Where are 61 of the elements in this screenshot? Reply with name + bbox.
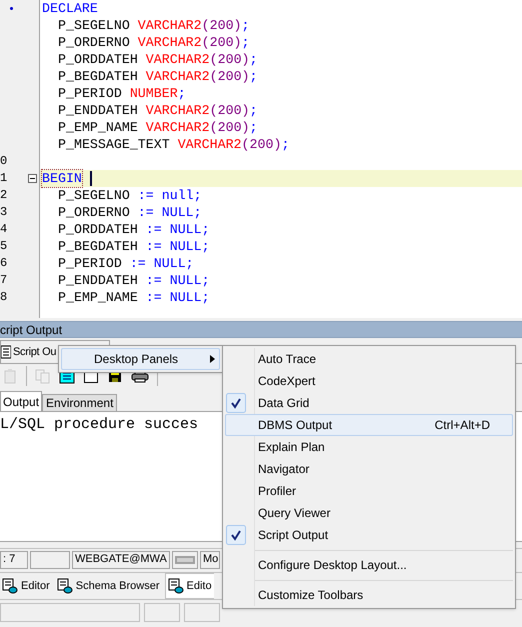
code-line: DECLARE — [42, 0, 98, 17]
menu-item[interactable]: Navigator — [225, 458, 513, 480]
code-line: P_BEGDATEH := NULL; — [58, 238, 210, 255]
editor-icon — [2, 578, 18, 594]
menu-item[interactable]: Profiler — [225, 480, 513, 502]
connection-icon — [175, 556, 195, 564]
editor-icon — [168, 578, 184, 594]
code-line: P_MESSAGE_TEXT VARCHAR2(200); — [58, 136, 290, 153]
menu-item[interactable]: Query Viewer — [225, 502, 513, 524]
line-number: 7 — [0, 272, 8, 289]
shortcut-text: Ctrl+Alt+D — [434, 417, 490, 434]
code-line: P_BEGDATEH VARCHAR2(200); — [58, 68, 258, 85]
status-cell: : 7 — [0, 550, 28, 568]
menu-item[interactable]: CodeXpert — [225, 370, 513, 392]
code-line: P_SEGELNO := null; — [58, 187, 202, 204]
code-line: P_ENDDATEH := NULL; — [58, 272, 210, 289]
code-line: BEGIN — [42, 170, 82, 187]
code-line: P_ENDDATEH VARCHAR2(200); — [58, 102, 258, 119]
bookmark-icon[interactable] — [10, 7, 13, 10]
text-cursor — [90, 171, 92, 186]
line-number: 2 — [0, 187, 8, 204]
menu-item[interactable]: Data Grid — [225, 392, 513, 414]
code-line: P_SEGELNO VARCHAR2(200); — [58, 17, 250, 34]
code-line: P_ORDDATEH VARCHAR2(200); — [58, 51, 258, 68]
code-line: P_ORDERNO := NULL; — [58, 204, 202, 221]
output-tab[interactable]: Environment — [42, 394, 118, 411]
editor-icon — [56, 578, 73, 594]
output-tab[interactable]: Output — [0, 391, 42, 411]
code-line: P_EMP_NAME := NULL; — [58, 289, 210, 306]
menu-item[interactable]: Explain Plan — [225, 436, 513, 458]
menu-item[interactable]: DBMS Output Ctrl+Alt+D — [225, 414, 513, 436]
document-icon — [1, 345, 11, 359]
line-number: 8 — [0, 289, 8, 306]
panel-title: cript Output — [0, 322, 62, 338]
code-line: P_PERIOD := NULL; — [58, 255, 194, 272]
line-number: 1 — [0, 170, 8, 187]
line-number: 5 — [0, 238, 8, 255]
line-number: 0 — [0, 153, 8, 170]
menu-item[interactable]: Customize Toolbars — [225, 584, 513, 606]
taskbar-button[interactable]: Schema Browser — [54, 573, 162, 599]
code-line: P_EMP_NAME VARCHAR2(200); — [58, 119, 258, 136]
line-number: 6 — [0, 255, 8, 272]
menu-item[interactable]: Desktop Panels — [61, 348, 220, 370]
code-line: P_ORDERNO VARCHAR2(200); — [58, 34, 250, 51]
code-line: P_PERIOD NUMBER; — [58, 85, 186, 102]
status-cell — [30, 550, 70, 568]
status-cell — [144, 603, 180, 622]
line-number: 3 — [0, 204, 8, 221]
menu-item[interactable]: Configure Desktop Layout... — [225, 554, 513, 576]
taskbar-button[interactable]: Edito — [164, 573, 214, 599]
menu-item[interactable]: Auto Trace — [225, 348, 513, 370]
status-cell: Mo — [200, 550, 220, 568]
menu-item[interactable]: Script Output — [225, 524, 513, 546]
submenu-arrow-icon — [210, 355, 215, 363]
output-text: L/SQL procedure succes — [0, 416, 198, 433]
code-line: P_ORDDATEH := NULL; — [58, 221, 210, 238]
collapse-icon[interactable] — [28, 174, 37, 183]
taskbar-button[interactable]: Editor — [0, 573, 52, 599]
line-number: 4 — [0, 221, 8, 238]
status-cell: WEBGATE@MWA — [72, 550, 170, 568]
status-cell — [184, 603, 220, 622]
